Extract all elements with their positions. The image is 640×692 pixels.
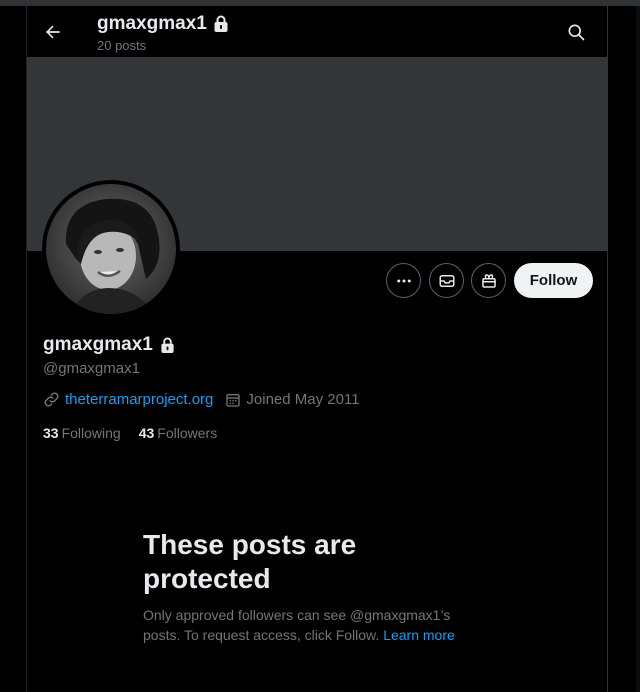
back-button[interactable] (37, 16, 69, 48)
window-right-edge (636, 6, 640, 692)
follow-stats: 33 Following 43 Followers (43, 425, 235, 441)
gift-button[interactable] (471, 263, 506, 298)
column-right-divider (607, 6, 608, 692)
followers-count: 43 (138, 425, 155, 441)
joined-item: Joined May 2011 (225, 391, 360, 408)
followers-label: Followers (157, 425, 218, 441)
profile-header: gmaxgmax1 20 posts (27, 6, 607, 57)
followers-stat[interactable]: 43 Followers (139, 425, 217, 441)
back-arrow-icon (45, 25, 60, 39)
website-link[interactable]: theterramarproject.org (65, 391, 213, 408)
lock-icon (161, 337, 174, 353)
following-label: Following (61, 425, 121, 441)
link-icon (44, 392, 59, 407)
avatar-photo (46, 184, 176, 314)
gift-icon (481, 273, 496, 288)
header-name: gmaxgmax1 (97, 13, 207, 34)
mail-icon (439, 274, 454, 287)
display-name: gmaxgmax1 (43, 334, 175, 356)
header-title: gmaxgmax1 (97, 13, 229, 35)
protected-message: Only approved followers can see @gmaxgma… (143, 605, 488, 645)
post-count: 20 posts (97, 38, 147, 53)
calendar-icon (226, 393, 241, 407)
more-icon (396, 279, 411, 282)
user-handle: @gmaxgmax1 (43, 360, 140, 377)
lock-icon (214, 15, 228, 32)
protected-title: These posts are protected (143, 529, 357, 594)
joined-date: Joined May 2011 (246, 391, 360, 408)
more-button[interactable] (386, 263, 421, 298)
profile-meta: theterramarproject.org Joined May 2011 (43, 391, 372, 408)
display-name-text: gmaxgmax1 (43, 334, 153, 355)
search-icon (568, 24, 585, 41)
search-button[interactable] (560, 16, 592, 48)
website-item: theterramarproject.org (43, 391, 213, 408)
message-button[interactable] (429, 263, 464, 298)
learn-more-link[interactable]: Learn more (383, 627, 455, 643)
following-stat[interactable]: 33 Following (43, 425, 121, 441)
avatar[interactable] (42, 180, 180, 318)
following-count: 33 (43, 425, 59, 441)
follow-button[interactable]: Follow (514, 263, 593, 298)
